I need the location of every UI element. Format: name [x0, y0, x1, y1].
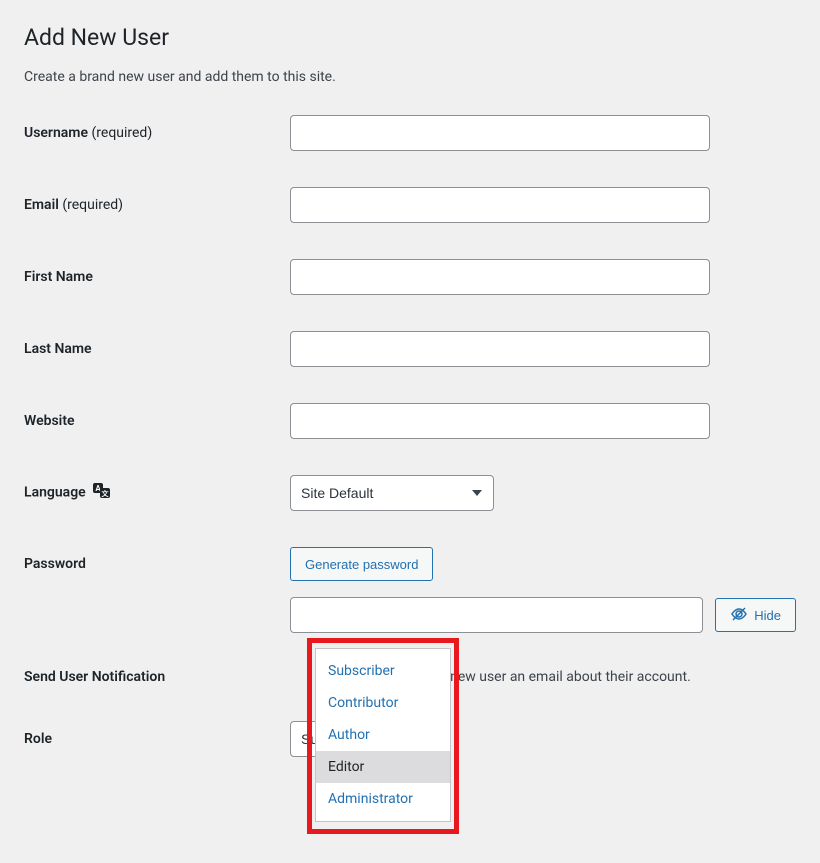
- password-label: Password: [24, 556, 290, 572]
- hide-password-button[interactable]: Hide: [715, 598, 796, 632]
- generate-password-button[interactable]: Generate password: [290, 547, 433, 581]
- lastname-row: Last Name: [24, 331, 796, 367]
- role-option-contributor[interactable]: Contributor: [316, 687, 450, 719]
- username-label-text: Username: [24, 125, 88, 141]
- lastname-input[interactable]: [290, 331, 710, 367]
- username-input[interactable]: [290, 115, 710, 151]
- lastname-label: Last Name: [24, 341, 290, 357]
- firstname-row: First Name: [24, 259, 796, 295]
- role-label: Role: [24, 731, 290, 747]
- language-label: Language A 文: [24, 483, 290, 503]
- page-title: Add New User: [24, 24, 796, 51]
- password-row: Password Generate password: [24, 547, 796, 581]
- website-input[interactable]: [290, 403, 710, 439]
- notification-label: Send User Notification: [24, 669, 290, 685]
- email-label: Email (required): [24, 197, 290, 213]
- hide-button-label: Hide: [754, 608, 781, 623]
- website-row: Website: [24, 403, 796, 439]
- username-row: Username (required): [24, 115, 796, 151]
- translate-icon: A 文: [93, 483, 111, 503]
- email-required: (required): [62, 197, 123, 213]
- password-input[interactable]: [290, 597, 703, 633]
- username-required: (required): [91, 125, 152, 141]
- language-row: Language A 文 Site Default: [24, 475, 796, 511]
- role-dropdown: SubscriberContributorAuthorEditorAdminis…: [315, 648, 451, 822]
- firstname-input[interactable]: [290, 259, 710, 295]
- email-input[interactable]: [290, 187, 710, 223]
- language-label-text: Language: [24, 485, 86, 501]
- page-description: Create a brand new user and add them to …: [24, 69, 796, 85]
- website-label: Website: [24, 413, 290, 429]
- role-option-administrator[interactable]: Administrator: [316, 783, 450, 815]
- language-select[interactable]: Site Default: [290, 475, 494, 511]
- firstname-label: First Name: [24, 269, 290, 285]
- role-option-editor[interactable]: Editor: [316, 751, 450, 783]
- username-label: Username (required): [24, 125, 290, 141]
- svg-text:文: 文: [102, 489, 110, 498]
- email-label-text: Email: [24, 197, 59, 213]
- role-option-subscriber[interactable]: Subscriber: [316, 655, 450, 687]
- email-row: Email (required): [24, 187, 796, 223]
- eye-slash-icon: [730, 607, 748, 624]
- role-option-author[interactable]: Author: [316, 719, 450, 751]
- password-input-row: Hide: [290, 597, 796, 633]
